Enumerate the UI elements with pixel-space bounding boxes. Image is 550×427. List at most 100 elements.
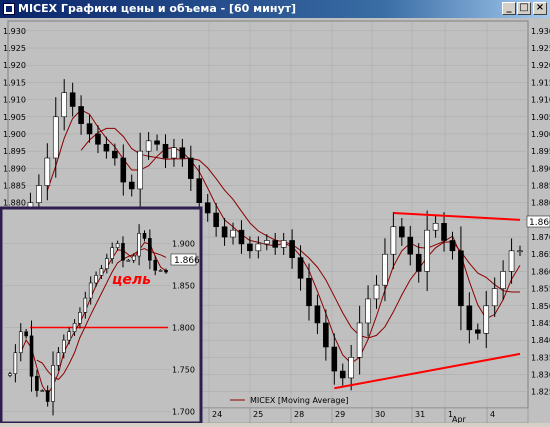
inset-candle <box>131 255 136 261</box>
chart-area[interactable]: 1.930 1.930 1.925 1.925 1.920 1.920 1.915 1.915… <box>0 18 550 425</box>
main-candle <box>247 243 253 252</box>
inset-candle <box>153 259 158 271</box>
main-y-tick-left: 1.880 <box>3 199 26 208</box>
main-candle <box>458 250 464 307</box>
inset-candle <box>126 259 131 262</box>
main-x-label: 30 <box>375 410 385 419</box>
main-y-tick: 1.880 <box>531 199 550 208</box>
main-candle <box>314 305 321 324</box>
main-candle <box>162 143 169 159</box>
main-y-tick: 1.865 <box>531 250 550 259</box>
close-button[interactable]: × <box>533 2 547 15</box>
main-candle <box>390 226 397 255</box>
main-candle <box>382 253 388 286</box>
main-candle <box>44 157 51 186</box>
inset-y-tick: 1.750 <box>172 366 195 375</box>
main-candle <box>221 226 228 238</box>
legend-label: MICEX [Moving Average] <box>250 396 348 405</box>
inset-chart: 1.900 1.850 1.800 1.750 1.700 1.866 цель <box>0 206 203 425</box>
x-axis-month: Apr <box>452 415 467 423</box>
inset-candle <box>8 373 12 376</box>
main-y-tick-left: 1.900 <box>3 130 26 139</box>
main-candle <box>230 229 236 238</box>
main-candle <box>61 92 68 118</box>
main-candle <box>297 257 304 279</box>
main-candle <box>474 329 481 334</box>
main-y-tick: 1.925 <box>531 44 550 53</box>
inset-candle <box>61 339 66 354</box>
main-y-tick-left: 1.890 <box>3 164 26 173</box>
main-x-label: 24 <box>212 410 222 419</box>
inset-candle <box>67 331 71 341</box>
main-y-tick: 1.845 <box>531 319 550 328</box>
main-candle <box>188 157 194 179</box>
inset-candle <box>137 233 141 257</box>
inset-candle <box>24 331 28 337</box>
main-x-label: 25 <box>253 410 263 419</box>
main-y-tick-left: 1.910 <box>3 96 26 105</box>
main-candle <box>179 147 186 159</box>
inset-candle <box>99 268 104 276</box>
maximize-button[interactable]: □ <box>517 2 531 15</box>
inset-y-tick: 1.900 <box>172 239 195 248</box>
main-candle <box>407 236 414 255</box>
main-x-label: 28 <box>294 410 304 419</box>
app-icon <box>3 3 15 15</box>
main-candle <box>449 240 456 252</box>
main-candle <box>112 150 118 159</box>
main-y-tick: 1.930 <box>531 27 550 36</box>
main-x-label: 29 <box>335 410 345 419</box>
main-y-tick: 1.910 <box>531 96 550 105</box>
main-last-price: 1.866 <box>529 218 550 228</box>
main-candle <box>500 271 506 289</box>
minimize-button[interactable]: _ <box>502 2 516 15</box>
main-candle <box>373 284 380 300</box>
inset-candle <box>78 312 82 324</box>
main-candle <box>120 157 127 183</box>
main-candle <box>78 106 84 124</box>
inset-candle <box>51 365 55 402</box>
main-y-tick: 1.885 <box>531 182 550 191</box>
main-y-tick: 1.825 <box>531 388 550 397</box>
inset-frame <box>0 206 203 425</box>
main-y-tick: 1.915 <box>531 78 550 87</box>
main-candle <box>103 143 110 152</box>
main-y-tick-left: 1.915 <box>3 78 26 87</box>
main-y-tick: 1.830 <box>531 371 550 380</box>
main-candle <box>95 133 101 145</box>
main-candle <box>348 357 354 379</box>
inset-last-price: 1.866 <box>174 256 200 266</box>
main-candle <box>356 322 363 358</box>
main-candle <box>491 288 498 307</box>
main-y-tick: 1.900 <box>531 130 550 139</box>
main-candle <box>306 277 312 307</box>
inset-candle <box>88 282 93 299</box>
main-candle <box>204 202 211 214</box>
main-candle <box>365 298 371 324</box>
main-candle <box>145 140 152 152</box>
inset-candle <box>164 270 168 273</box>
main-candle <box>128 181 135 190</box>
main-y-tick: 1.905 <box>531 113 550 122</box>
inset-candle <box>121 243 125 261</box>
main-candle <box>466 305 473 331</box>
main-x-label: 31 <box>415 410 425 419</box>
main-candle <box>323 322 329 348</box>
main-candle <box>213 212 219 228</box>
main-y-tick-left: 1.920 <box>3 61 26 70</box>
chart-svg[interactable]: 1.930 1.930 1.925 1.925 1.920 1.920 1.915 1.915… <box>0 18 550 425</box>
inset-candle <box>110 247 115 259</box>
inset-candle <box>18 331 23 354</box>
main-y-tick: 1.840 <box>531 336 550 345</box>
main-candle <box>255 243 262 252</box>
main-candle <box>432 223 439 231</box>
main-y-tick: 1.920 <box>531 61 550 70</box>
main-candle <box>171 147 177 159</box>
inset-candle <box>83 297 88 313</box>
main-candle <box>52 116 59 159</box>
main-y-tick-left: 1.905 <box>3 113 26 122</box>
main-y-tick-left: 1.885 <box>3 182 26 191</box>
inset-candle <box>142 233 147 239</box>
main-candle <box>137 150 143 190</box>
main-candle <box>272 240 279 248</box>
